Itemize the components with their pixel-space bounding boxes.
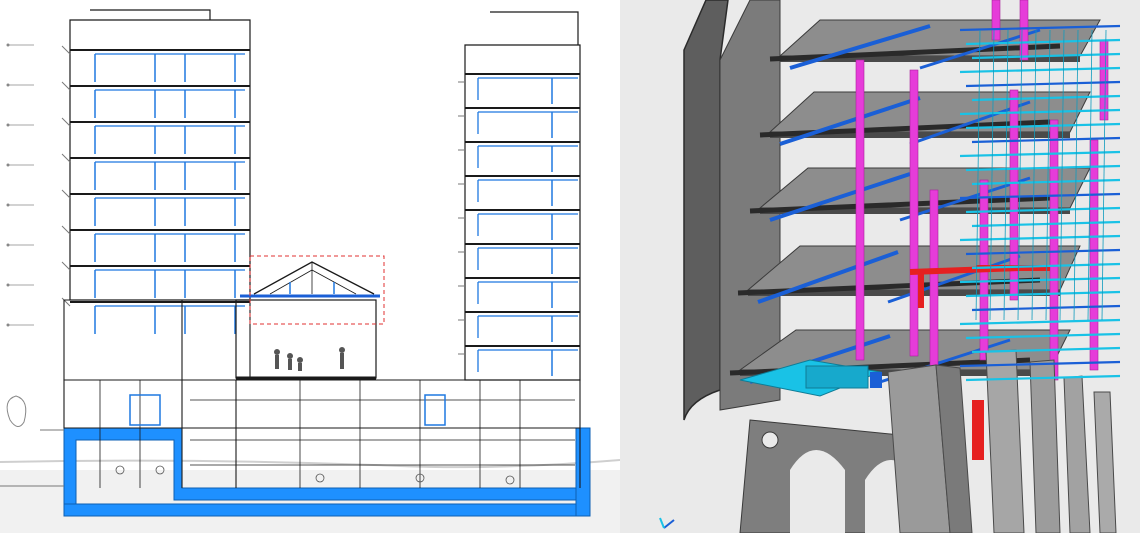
person-silhouette-icon — [274, 347, 345, 371]
left-tower-floors — [61, 45, 250, 334]
balcony-mark — [61, 225, 71, 235]
roof-truss — [249, 255, 385, 325]
cyan-deck-block — [805, 365, 869, 389]
floor-blue-line — [477, 349, 578, 372]
balcony-mark — [61, 81, 71, 91]
floor-blue-line — [477, 247, 578, 270]
floor-blue-line — [477, 179, 578, 202]
structural-model-panel — [620, 0, 1140, 533]
floor-blue-line — [477, 281, 578, 304]
section-drawing — [0, 9, 620, 533]
column — [1099, 39, 1109, 121]
column — [855, 59, 865, 361]
balcony-mark — [61, 45, 71, 55]
balcony-mark — [61, 261, 71, 271]
level-dot — [6, 123, 10, 127]
column — [1049, 119, 1059, 381]
highlight-box — [249, 255, 385, 325]
balcony-mark — [61, 297, 71, 307]
raft-foundation — [63, 503, 591, 517]
right-tower-floors — [458, 73, 580, 376]
figure — [0, 0, 1140, 533]
column — [1019, 0, 1029, 61]
retaining-wall-right — [575, 427, 591, 517]
level-markers — [6, 43, 34, 327]
section-drawing-panel — [0, 0, 620, 533]
level-dot — [6, 203, 10, 207]
structural-3d-model — [620, 0, 1140, 533]
blue-room-outline — [129, 394, 161, 426]
balcony-mark — [61, 117, 71, 127]
level-dot — [6, 43, 10, 47]
floor-blue-line — [477, 111, 578, 134]
level-dot — [6, 283, 10, 287]
floor-blue-line — [477, 145, 578, 168]
floor-blue-line — [477, 213, 578, 236]
atrium-hall — [235, 294, 380, 380]
site-feature — [6, 395, 27, 427]
floor-blue-line — [477, 77, 578, 100]
floor-blue-line — [477, 315, 578, 338]
balcony-mark — [61, 189, 71, 199]
level-dot — [6, 163, 10, 167]
column — [991, 0, 1001, 41]
column — [929, 189, 939, 373]
blue-room-outline — [424, 394, 446, 426]
level-dot — [6, 323, 10, 327]
red-wall-segment — [972, 400, 984, 460]
blue-block — [870, 372, 882, 388]
balcony-mark — [61, 153, 71, 163]
level-dot — [6, 83, 10, 87]
red-column — [918, 272, 924, 308]
right-tower — [464, 11, 581, 381]
level-dot — [6, 243, 10, 247]
column — [909, 69, 919, 357]
